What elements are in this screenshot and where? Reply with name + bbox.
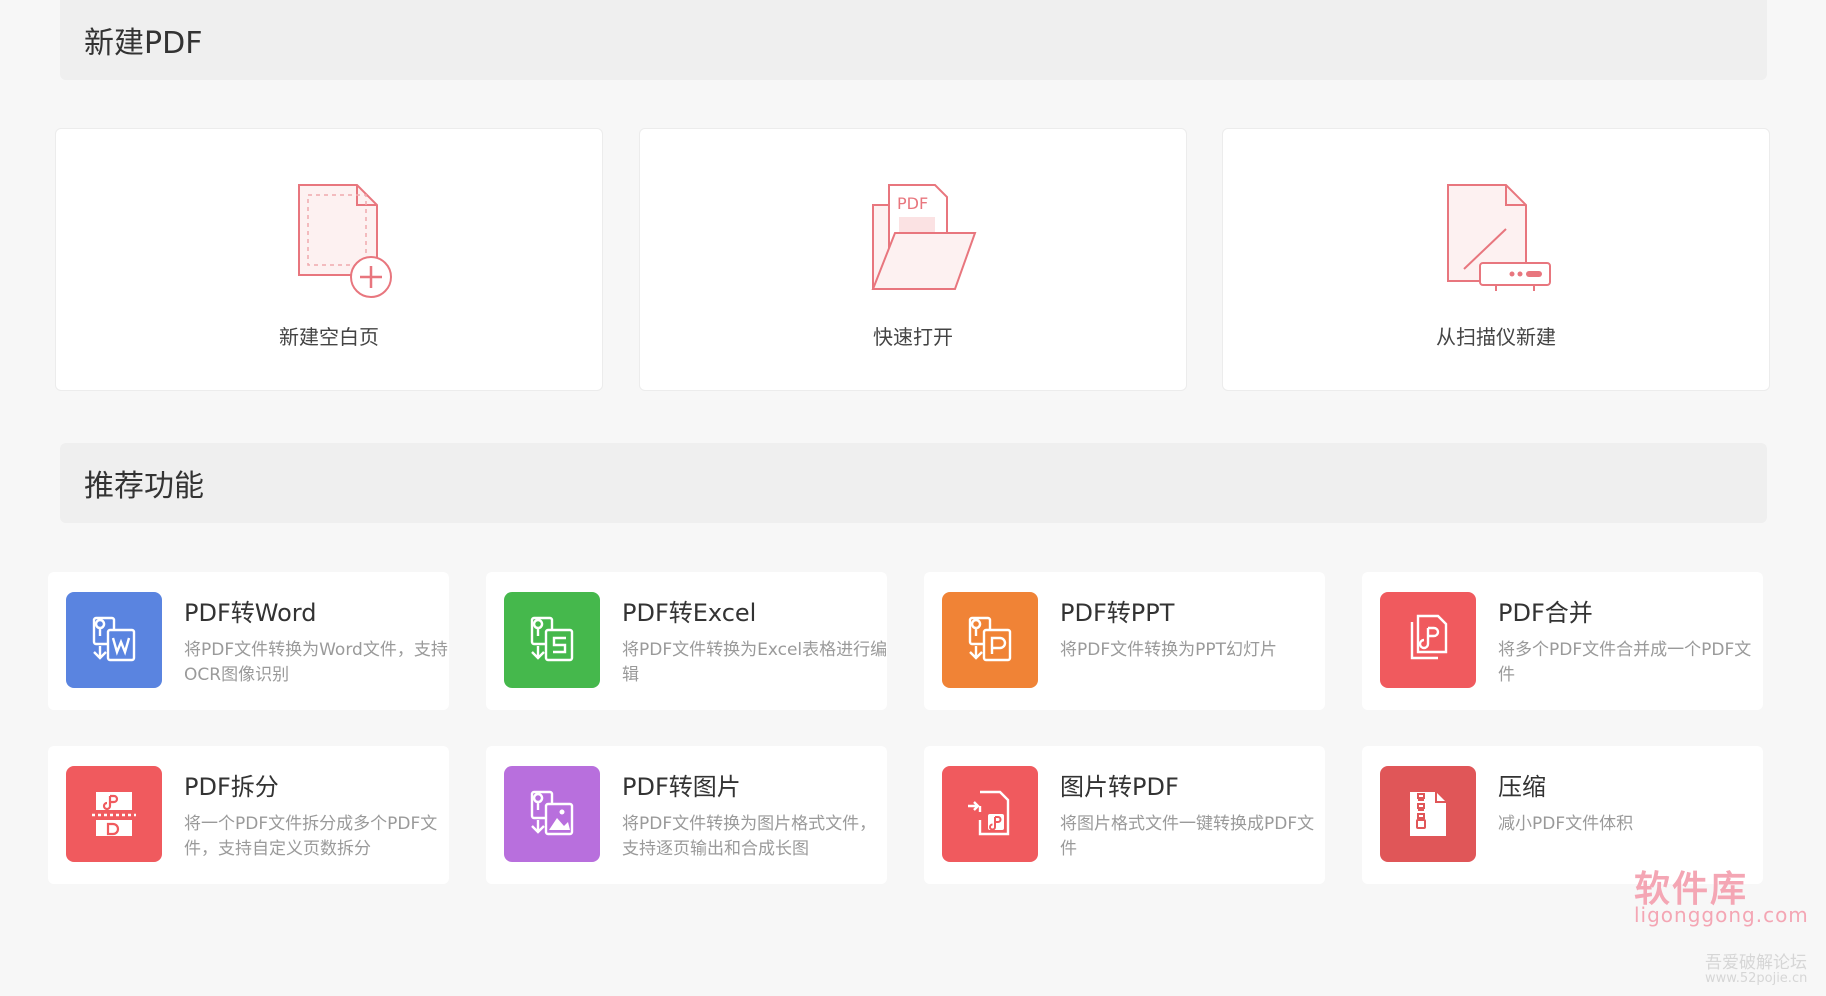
create-blank-page-card[interactable]: 新建空白页	[55, 128, 603, 391]
section-title: 新建PDF	[84, 26, 203, 61]
feature-desc: 将一个PDF文件拆分成多个PDF文件，支持自定义页数拆分	[184, 814, 438, 859]
feature-pdf-to-excel[interactable]: PDF转Excel 将PDF文件转换为Excel表格进行编辑	[486, 572, 887, 710]
feature-desc: 将PDF文件转换为Word文件，支持OCR图像识别	[184, 640, 448, 685]
section-header-new-pdf: 新建PDF	[60, 0, 1767, 80]
feature-title: PDF转Excel	[622, 599, 757, 627]
section-title: 推荐功能	[84, 469, 204, 504]
feature-title: PDF转图片	[622, 773, 741, 801]
feature-title: PDF拆分	[184, 773, 279, 801]
blank-page-plus-icon	[259, 181, 399, 299]
feature-desc: 将图片格式文件一键转换成PDF文件	[1060, 814, 1315, 859]
scanner-new-card[interactable]: 从扫描仪新建	[1222, 128, 1770, 391]
watermark-forum-url: www.52pojie.cn	[1705, 971, 1808, 986]
svg-text:PDF: PDF	[897, 194, 928, 213]
pdf-to-word-icon	[66, 592, 162, 688]
feature-title: PDF合并	[1498, 599, 1593, 627]
watermark-domain: ligonggong.com	[1634, 903, 1809, 927]
feature-title: PDF转Word	[184, 599, 317, 627]
feature-image-to-pdf[interactable]: 图片转PDF 将图片格式文件一键转换成PDF文件	[924, 746, 1325, 884]
feature-pdf-split[interactable]: PDF拆分 将一个PDF文件拆分成多个PDF文件，支持自定义页数拆分	[48, 746, 449, 884]
pdf-merge-icon	[1380, 592, 1476, 688]
quick-open-card[interactable]: PDF 快速打开	[639, 128, 1187, 391]
open-folder-pdf-icon: PDF	[843, 181, 983, 299]
watermark-forum: 吾爱破解论坛	[1705, 953, 1807, 973]
pdf-to-excel-icon	[504, 592, 600, 688]
feature-desc: 将PDF文件转换为Excel表格进行编辑	[622, 640, 888, 685]
feature-pdf-merge[interactable]: PDF合并 将多个PDF文件合并成一个PDF文件	[1362, 572, 1763, 710]
section-header-recommended: 推荐功能	[60, 443, 1767, 523]
scanner-icon	[1426, 181, 1566, 299]
create-card-label: 快速打开	[873, 325, 953, 349]
feature-title: PDF转PPT	[1060, 599, 1175, 627]
page: 新建PDF 新建空白页 PDF 快速打开 从扫描仪新建 推荐功能 PDF转Wor…	[0, 0, 1826, 996]
create-card-label: 新建空白页	[279, 325, 379, 349]
feature-pdf-to-ppt[interactable]: PDF转PPT 将PDF文件转换为PPT幻灯片	[924, 572, 1325, 710]
feature-desc: 减小PDF文件体积	[1498, 814, 1634, 834]
feature-desc: 将PDF文件转换为图片格式文件，支持逐页输出和合成长图	[622, 814, 877, 859]
feature-desc: 将PDF文件转换为PPT幻灯片	[1060, 640, 1278, 660]
image-to-pdf-icon	[942, 766, 1038, 862]
feature-pdf-to-word[interactable]: PDF转Word 将PDF文件转换为Word文件，支持OCR图像识别	[48, 572, 449, 710]
feature-title: 图片转PDF	[1060, 773, 1179, 801]
pdf-to-image-icon	[504, 766, 600, 862]
pdf-to-ppt-icon	[942, 592, 1038, 688]
create-card-label: 从扫描仪新建	[1436, 325, 1556, 349]
feature-desc: 将多个PDF文件合并成一个PDF文件	[1498, 640, 1752, 685]
feature-pdf-to-image[interactable]: PDF转图片 将PDF文件转换为图片格式文件，支持逐页输出和合成长图	[486, 746, 887, 884]
compress-icon	[1380, 766, 1476, 862]
pdf-split-icon	[66, 766, 162, 862]
feature-title: 压缩	[1498, 773, 1546, 801]
